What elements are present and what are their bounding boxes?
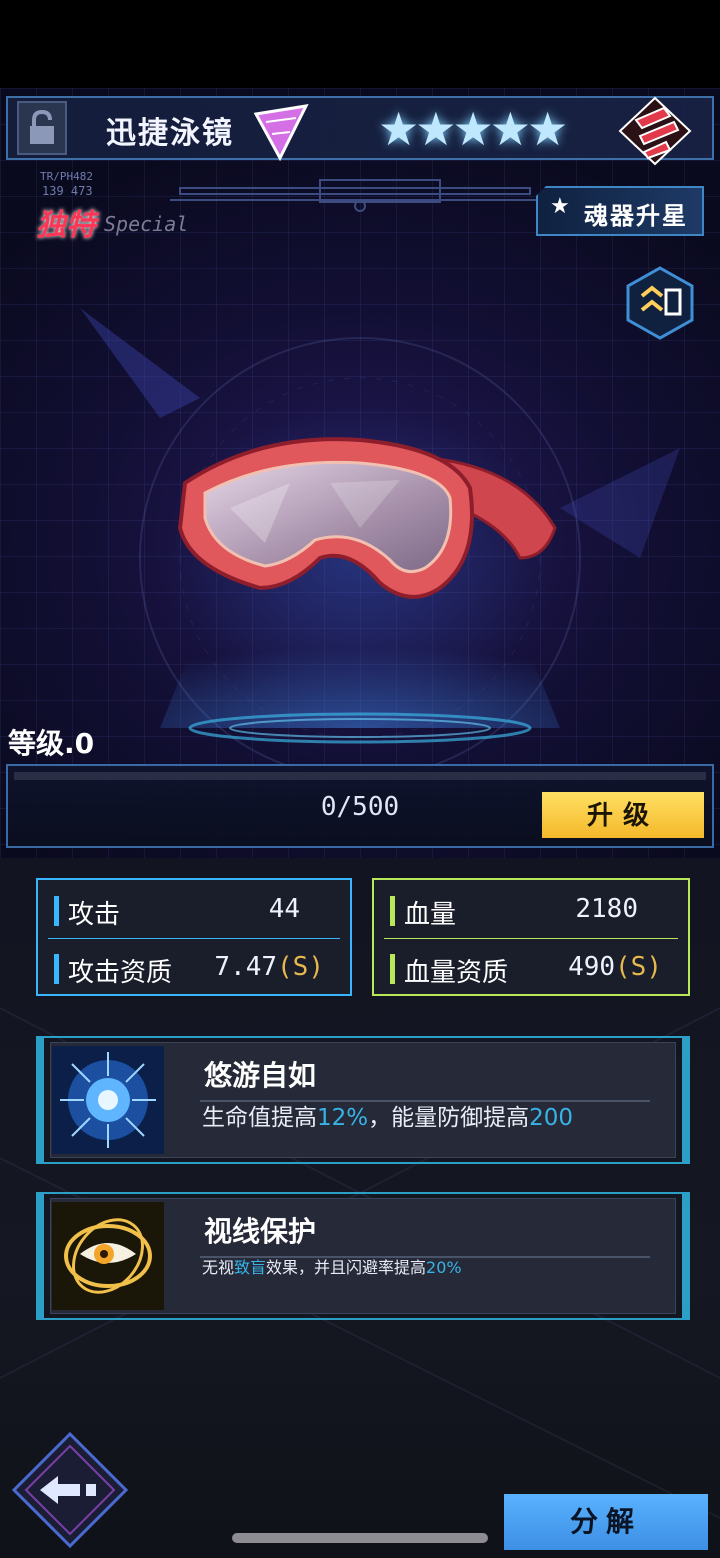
hp-stats-box: 血量 2180 血量资质 490(S) xyxy=(372,878,690,996)
skill-name: 悠游自如 xyxy=(204,1059,317,1092)
energy-burst-icon xyxy=(52,1046,164,1154)
star-rating: ★★★★★ xyxy=(378,102,568,156)
star-icon: ★ xyxy=(378,102,420,156)
star-icon: ★ xyxy=(550,194,570,219)
skill-card[interactable]: 视线保护 无视致盲效果，并且闪避率提高20% xyxy=(36,1192,690,1320)
star-icon: ★ xyxy=(452,102,494,156)
star-icon: ★ xyxy=(415,102,457,156)
rarity-emblem-icon xyxy=(618,96,692,166)
back-button[interactable] xyxy=(12,1432,128,1548)
item-code-1: TR/PH482 xyxy=(40,170,93,183)
stat-value: 7.47(S) xyxy=(214,952,324,982)
skill-card[interactable]: 悠游自如 生命值提高12%，能量防御提高200 xyxy=(36,1036,690,1164)
schematic-decoration xyxy=(170,179,540,212)
stat-row-hp: 血量 2180 xyxy=(384,886,678,932)
stat-row-attack: 攻击 44 xyxy=(48,886,340,932)
stat-label: 攻击资质 xyxy=(68,958,173,988)
skill-frame-cap xyxy=(682,1036,690,1164)
stat-label: 攻击 xyxy=(68,900,121,930)
star-up-label: 魂器升星 xyxy=(584,202,688,230)
attack-stats-box: 攻击 44 攻击资质 7.47(S) xyxy=(36,878,352,996)
skill-frame-cap xyxy=(682,1192,690,1320)
stat-value: 2180 xyxy=(575,894,638,924)
level-label: 等级.0 xyxy=(8,727,95,760)
rank-up-button[interactable] xyxy=(626,266,694,340)
stat-row-attack-aptitude: 攻击资质 7.47(S) xyxy=(48,944,340,990)
stat-label: 血量资质 xyxy=(404,958,509,988)
stat-divider xyxy=(48,938,340,939)
stat-label: 血量 xyxy=(404,900,457,930)
exp-progress-bar xyxy=(14,772,706,780)
stat-value: 44 xyxy=(268,894,300,924)
item-code-2: 139 473 xyxy=(42,184,93,198)
lock-icon[interactable] xyxy=(14,100,70,156)
decompose-button[interactable]: 分解 xyxy=(504,1494,708,1550)
stat-divider xyxy=(384,938,678,939)
stat-row-hp-aptitude: 血量资质 490(S) xyxy=(384,944,678,990)
stat-accent xyxy=(54,896,59,926)
skill-description: 无视致盲效果，并且闪避率提高20% xyxy=(202,1258,462,1277)
skill-frame-cap xyxy=(36,1192,44,1320)
stat-value: 490(S) xyxy=(568,952,662,982)
star-icon: ★ xyxy=(527,102,569,156)
rarity-label-en: Special xyxy=(104,212,189,236)
skill-name: 视线保护 xyxy=(204,1215,317,1248)
star-up-button[interactable]: ★ 魂器升星 xyxy=(536,186,704,236)
skill-frame-cap xyxy=(36,1036,44,1164)
stat-accent xyxy=(54,954,59,984)
stat-accent xyxy=(390,954,395,984)
drill-icon xyxy=(253,104,309,162)
skill-description: 生命值提高12%，能量防御提高200 xyxy=(202,1105,574,1131)
upgrade-button[interactable]: 升级 xyxy=(542,792,704,838)
item-name: 迅捷泳镜 xyxy=(106,116,234,151)
rarity-label: 独特 xyxy=(36,208,96,243)
eye-icon xyxy=(52,1202,164,1310)
stat-accent xyxy=(390,896,395,926)
star-icon: ★ xyxy=(489,102,531,156)
home-indicator[interactable] xyxy=(232,1533,488,1543)
